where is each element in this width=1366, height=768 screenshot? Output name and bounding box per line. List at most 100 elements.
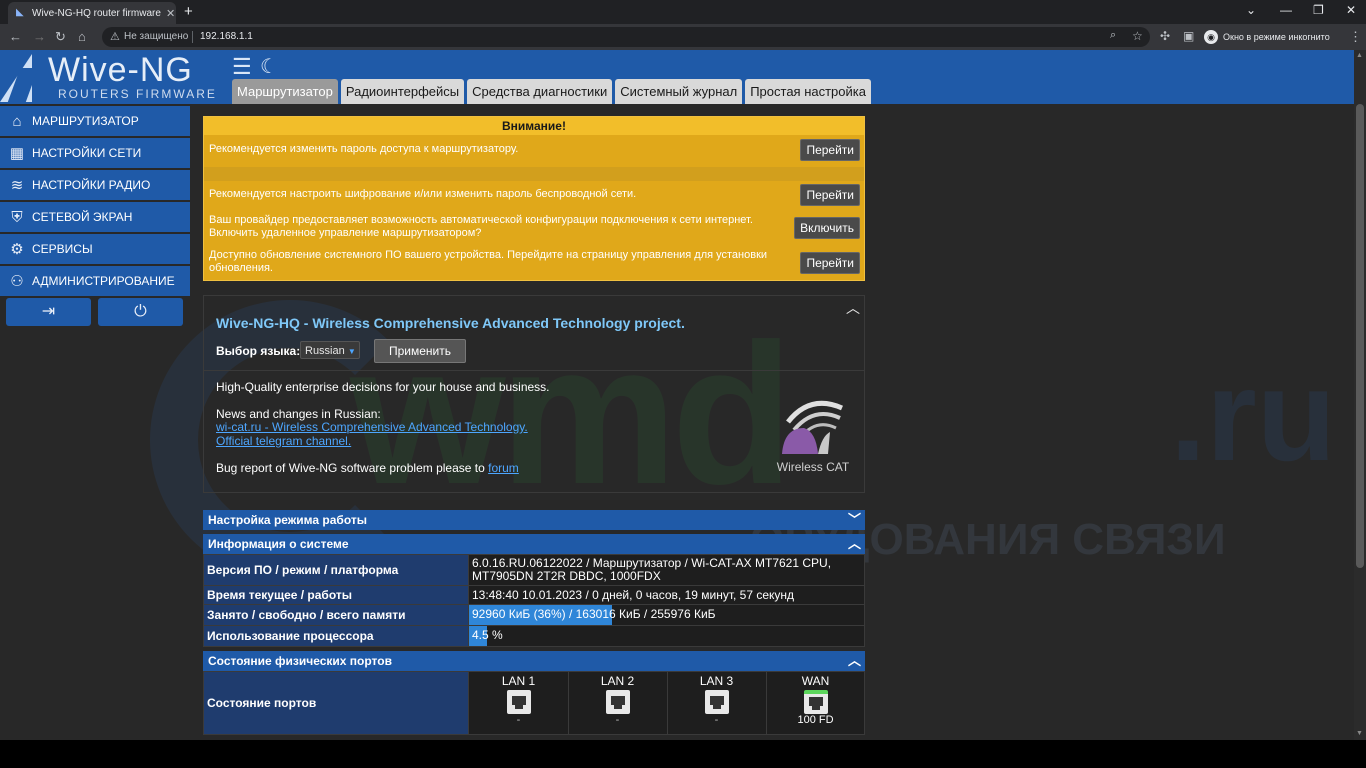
alert-text: Рекомендуется изменить пароль доступа к … — [209, 143, 519, 155]
alert-enable-button[interactable]: Включить — [794, 217, 860, 239]
news-label: News and changes in Russian: — [216, 407, 381, 421]
ports-label: Состояние портов — [203, 671, 469, 735]
insecure-label[interactable]: Не защищено — [124, 31, 188, 42]
apply-button[interactable]: Применить — [374, 339, 466, 363]
top-menu-item-router[interactable]: Маршрутизатор — [232, 79, 338, 104]
alert-go-button[interactable]: Перейти — [800, 139, 860, 161]
telegram-link[interactable]: Official telegram channel. — [216, 434, 351, 448]
browser-tabbar: ◣ Wive-NG-HQ router firmware - L ✕ + ⌄ —… — [0, 0, 1366, 24]
bug-report-label: Bug report of Wive-NG software problem p… — [216, 461, 485, 475]
sidebar-item-firewall[interactable]: ⛨ СЕТЕВОЙ ЭКРАН — [0, 202, 190, 232]
section-mode-title: Настройка режима работы — [208, 513, 367, 527]
port-wan: WAN 100 FD — [766, 672, 865, 734]
incognito-icon: ◉ — [1204, 30, 1218, 44]
logo-title: Wive-NG — [48, 51, 193, 89]
chevron-up-icon[interactable]: ︿ — [848, 651, 861, 671]
reboot-button[interactable]: ⏻ — [98, 298, 183, 326]
sysinfo-label: Версия ПО / режим / платформа — [203, 554, 469, 586]
language-select[interactable]: Russian ▼ — [300, 341, 360, 359]
port-name: WAN — [801, 674, 830, 688]
alert-row: Рекомендуется настроить шифрование и/или… — [204, 181, 864, 207]
reload-icon[interactable]: ↻ — [55, 29, 66, 45]
alert-go-button[interactable]: Перейти — [800, 184, 860, 206]
dark-mode-moon-icon[interactable]: ☾ — [260, 54, 278, 79]
chevron-up-icon[interactable]: ︿ — [846, 298, 860, 318]
browser-tab[interactable]: ◣ Wive-NG-HQ router firmware - L ✕ — [8, 2, 176, 24]
sidebar-item-network[interactable]: ▦ НАСТРОЙКИ СЕТИ — [0, 138, 190, 168]
alert-row: Ваш провайдер предоставляет возможность … — [204, 211, 864, 241]
browser-menu-icon[interactable]: ⋮ — [1349, 29, 1362, 45]
sidebar-item-label: МАРШРУТИЗАТОР — [32, 114, 139, 128]
alert-row: Доступно обновление системного ПО вашего… — [204, 247, 864, 277]
warning-icon[interactable]: ⚠ — [110, 30, 120, 43]
incognito-indicator[interactable]: ◉ Окно в режиме инкогнито — [1204, 28, 1330, 46]
ethernet-port-active-icon — [803, 690, 828, 714]
side-panel-icon[interactable]: ▣ — [1183, 29, 1194, 43]
router-header: Wive-NG ROUTERS FIRMWARE ☰ ☾ Маршрутизат… — [0, 50, 1354, 104]
section-ports[interactable]: Состояние физических портов ︿ — [203, 651, 865, 671]
language-select-value: Russian — [305, 345, 345, 357]
chevron-down-icon[interactable]: ﹀ — [848, 510, 861, 530]
extensions-icon[interactable]: ✣ — [1160, 29, 1170, 43]
alert-title: Внимание! — [204, 117, 864, 135]
language-label: Выбор языка: — [216, 344, 301, 358]
url-text[interactable]: 192.168.1.1 — [200, 31, 253, 42]
top-menu-item-diagnostics[interactable]: Средства диагностики — [467, 79, 613, 104]
logout-button[interactable]: ⇥ — [6, 298, 91, 326]
wifi-icon: ≋ — [10, 177, 24, 194]
chevron-down-icon: ▼ — [347, 347, 356, 356]
cpu-bar: 4.5 % — [469, 626, 861, 646]
forward-icon[interactable]: → — [33, 29, 46, 44]
scrollbar-thumb[interactable] — [1356, 104, 1364, 568]
home-browser-icon[interactable]: ⌂ — [78, 29, 86, 44]
alert-box: Внимание! Рекомендуется изменить пароль … — [203, 116, 865, 281]
tab-search-icon[interactable]: ⌄ — [1246, 3, 1256, 17]
table-row: Версия ПО / режим / платформа 6.0.16.RU.… — [203, 554, 865, 586]
top-menu-item-radio[interactable]: Радиоинтерфейсы — [340, 79, 465, 104]
top-menu-item-simple-setup[interactable]: Простая настройка — [745, 79, 871, 104]
wireless-cat-icon — [782, 400, 844, 454]
hamburger-icon[interactable]: ☰ — [232, 56, 252, 78]
scroll-down-icon[interactable]: ▼ — [1356, 730, 1363, 737]
memory-label: Занято / свободно / всего памяти — [203, 604, 469, 626]
section-sysinfo[interactable]: Информация о системе ︿ — [203, 534, 865, 554]
alert-text: Ваш провайдер предоставляет возможность … — [209, 214, 753, 239]
sysinfo-value: 13:48:40 10.01.2023 / 0 дней, 0 часов, 1… — [468, 585, 865, 605]
ports-table: Состояние портов LAN 1 - LAN 2 - LAN 3 -… — [203, 671, 865, 735]
sidebar-item-router[interactable]: ⌂ МАРШРУТИЗАТОР — [0, 106, 190, 136]
page-scrollbar[interactable]: ▲ ▼ — [1354, 50, 1366, 740]
sidebar-item-administration[interactable]: ⚇ АДМИНИСТРИРОВАНИЕ — [0, 266, 190, 296]
cpu-value-text: 4.5 — [472, 628, 489, 642]
close-window-icon[interactable]: ✕ — [1346, 3, 1356, 17]
wicat-link[interactable]: wi-cat.ru - Wireless Comprehensive Advan… — [216, 420, 528, 434]
sidebar-item-radio[interactable]: ≋ НАСТРОЙКИ РАДИО — [0, 170, 190, 200]
section-mode[interactable]: Настройка режима работы ﹀ — [203, 510, 865, 530]
sidebar-item-label: АДМИНИСТРИРОВАНИЕ — [32, 274, 175, 288]
alert-go-button[interactable]: Перейти — [800, 252, 860, 274]
sidebar-item-services[interactable]: ⚙ СЕРВИСЫ — [0, 234, 190, 264]
restore-icon[interactable]: ❐ — [1313, 3, 1324, 17]
zoom-icon[interactable]: ⌕ — [1110, 29, 1116, 42]
minimize-icon[interactable]: — — [1280, 3, 1292, 17]
chevron-up-icon[interactable]: ︿ — [848, 534, 861, 554]
omnibox[interactable]: ⚠ Не защищено 192.168.1.1 ⌕ ☆ — [102, 27, 1150, 47]
table-row: Состояние портов LAN 1 - LAN 2 - LAN 3 -… — [203, 671, 865, 735]
tagline: High-Quality enterprise decisions for yo… — [216, 380, 550, 394]
project-info-box: ︿ Wive-NG-HQ - Wireless Comprehensive Ad… — [203, 295, 865, 493]
bookmark-star-icon[interactable]: ☆ — [1132, 29, 1143, 43]
sysinfo-label: Время текущее / работы — [203, 585, 469, 605]
top-menu-item-syslog[interactable]: Системный журнал — [615, 79, 743, 104]
main-content: Внимание! Рекомендуется изменить пароль … — [203, 116, 865, 735]
sidebar-item-label: СЕРВИСЫ — [32, 242, 93, 256]
table-row: Время текущее / работы 13:48:40 10.01.20… — [203, 585, 865, 605]
port-name: LAN 2 — [600, 674, 635, 688]
back-icon[interactable]: ← — [9, 29, 22, 44]
tab-close-icon[interactable]: ✕ — [166, 7, 175, 20]
alert-divider — [204, 167, 864, 181]
scroll-up-icon[interactable]: ▲ — [1356, 52, 1363, 59]
table-row: Использование процессора 4.5 % — [203, 625, 865, 647]
forum-link[interactable]: forum — [488, 461, 519, 475]
new-tab-icon[interactable]: + — [184, 3, 193, 20]
address-bar: ← → ↻ ⌂ ⚠ Не защищено 192.168.1.1 ⌕ ☆ ✣ … — [0, 24, 1366, 50]
cpu-unit-text: % — [488, 628, 503, 642]
